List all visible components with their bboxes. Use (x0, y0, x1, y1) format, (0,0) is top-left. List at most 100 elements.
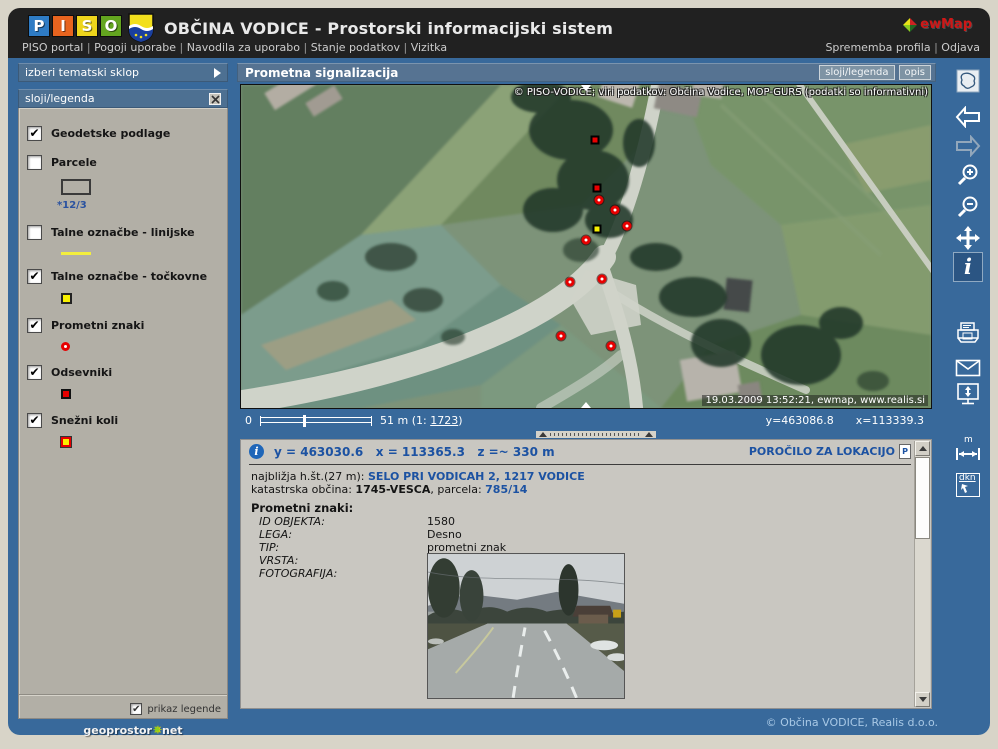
arrow-right-icon (955, 135, 981, 157)
arrow-up-icon (919, 446, 927, 451)
close-icon[interactable] (209, 93, 221, 105)
geoprostor-label-post: net (162, 724, 183, 737)
cursor-coordinates: y=463086.8 x=113339.3 (766, 414, 924, 427)
zoom-out-tool[interactable] (953, 192, 983, 222)
menu-piso-portal[interactable]: PISO portal (22, 41, 94, 54)
map-marker-traffic-sign[interactable] (595, 196, 604, 205)
print-tool[interactable] (953, 318, 983, 348)
field-label: LEGA: (259, 528, 427, 541)
geoprostor-logo[interactable]: geoprostor✷net (53, 723, 213, 737)
map-marker-traffic-sign[interactable] (611, 206, 620, 215)
map-statusbar: 0 51 m (1: 1723) y=463086.8 x=113339.3 (237, 409, 936, 431)
nearest-address-value[interactable]: SELO PRI VODICAH 2, 1217 VODICE (368, 470, 585, 483)
layer-row-prometni-znaki: ✔ Prometni znaki (27, 318, 227, 333)
map-marker-traffic-sign[interactable] (607, 342, 616, 351)
layer-checkbox-odsevniki[interactable]: ✔ (27, 365, 42, 380)
coordinate-y: y=463086.8 (766, 414, 834, 427)
map-marker-reflector[interactable] (593, 184, 602, 193)
menu-vizitka[interactable]: Vizitka (411, 41, 447, 54)
layer-label: Prometni znaki (51, 319, 144, 332)
back-tool[interactable] (953, 102, 983, 132)
map-titlebar: Prometna signalizacija sloji/legenda opi… (237, 63, 936, 82)
location-report-label: POROČILO ZA LOKACIJO (749, 445, 895, 458)
scale-bar (260, 417, 372, 423)
traffic-sign-photo (427, 553, 625, 699)
measure-tool[interactable]: m (953, 440, 983, 470)
map-viewport[interactable]: © PISO-VODICE; viri podatkov: Občina Vod… (240, 84, 932, 409)
copyright-text: © Občina VODICE, Realis d.o.o. (766, 716, 938, 729)
layers-legend-button[interactable]: sloji/legenda (819, 65, 894, 80)
pan-tool[interactable] (953, 223, 983, 253)
dkn-tool[interactable]: dkn (953, 470, 983, 500)
chevron-right-icon (214, 68, 221, 78)
map-marker-reflector[interactable] (591, 136, 600, 145)
cadastral-line: katastrska občina: 1745-VESCA, parcela: … (251, 483, 527, 496)
parcel-value[interactable]: 785/14 (485, 483, 527, 496)
map-marker-traffic-sign[interactable] (598, 275, 607, 284)
layer-row-snezni-koli: ✔ Snežni koli (27, 413, 227, 428)
description-button[interactable]: opis (899, 65, 931, 80)
resize-handle-top[interactable] (581, 85, 591, 91)
full-extent-tool[interactable] (953, 66, 983, 96)
splitter-arrow-icon (645, 432, 653, 437)
export-view-tool[interactable] (953, 380, 983, 410)
monitor-arrows-icon (955, 382, 981, 408)
resize-handle-bottom[interactable] (581, 402, 591, 408)
info-panel: i y = 463030.6 x = 113365.3 z =~ 330 m P… (240, 439, 932, 709)
layer-checkbox-parcele[interactable] (27, 155, 42, 170)
identify-icon: i (964, 254, 972, 280)
main-area: izberi tematski sklop sloji/legenda ✔ Ge… (8, 58, 990, 735)
menu-stanje-podatkov[interactable]: Stanje podatkov (311, 41, 411, 54)
menu-pogoji-uporabe[interactable]: Pogoji uporabe (94, 41, 187, 54)
identify-tool[interactable]: i (953, 252, 983, 282)
send-email-tool[interactable] (953, 353, 983, 383)
info-panel-scrollbar[interactable] (914, 441, 930, 707)
legend-toggle-label: prikaz legende (147, 704, 221, 715)
menu-navodila[interactable]: Navodila za uporabo (187, 41, 311, 54)
zoom-in-icon (956, 163, 980, 187)
scroll-up-button[interactable] (915, 441, 930, 456)
map-title: Prometna signalizacija (245, 66, 815, 80)
splitter-arrow-icon (539, 432, 547, 437)
field-label: FOTOGRAFIJA: (259, 567, 427, 580)
menu-odjava[interactable]: Odjava (941, 41, 980, 54)
layer-checkbox-snezni-koli[interactable]: ✔ (27, 413, 42, 428)
theme-selector-bar[interactable]: izberi tematski sklop (18, 63, 228, 82)
map-marker-traffic-sign[interactable] (566, 278, 575, 287)
scale-zero: 0 (245, 414, 252, 427)
layer-checkbox-talne-tockovne[interactable]: ✔ (27, 269, 42, 284)
parcel-label: , parcela: (430, 483, 485, 496)
legend-red-square (61, 389, 71, 399)
map-marker-traffic-sign[interactable] (557, 332, 566, 341)
map-marker-traffic-sign[interactable] (582, 236, 591, 245)
layer-checkbox-talne-linijske[interactable] (27, 225, 42, 240)
feature-section-title: Prometni znaki: (251, 501, 353, 515)
layer-label: Parcele (51, 156, 97, 169)
layers-list: ✔ Geodetske podlage Parcele *12/3 Talne … (18, 108, 228, 719)
legend-yellow-square-red-border (61, 437, 71, 447)
piso-logo-tile: S (76, 15, 98, 37)
map-marker-snow-pole[interactable] (593, 225, 602, 234)
pan-icon (955, 225, 981, 251)
scrollbar-thumb[interactable] (915, 457, 930, 539)
layer-label: Snežni koli (51, 414, 118, 427)
layer-label: Odsevniki (51, 366, 112, 379)
panel-splitter[interactable] (536, 431, 656, 438)
legend-toggle-checkbox[interactable]: ✔ (130, 703, 142, 715)
dkn-arrow-icon (961, 483, 973, 495)
field-label: VRSTA: (259, 554, 427, 567)
forward-tool[interactable] (953, 131, 983, 161)
location-report-link[interactable]: POROČILO ZA LOKACIJO P (749, 444, 911, 459)
ewmap-diamond-icon (903, 18, 917, 32)
field-row-id-objekta: ID OBJEKTA:1580 (259, 515, 911, 528)
menu-sprememba-profila[interactable]: Sprememba profila (825, 41, 941, 54)
field-value: 1580 (427, 515, 455, 528)
scale-ratio-link[interactable]: 1723 (430, 414, 458, 427)
layer-row-talne-oznacbe-linijske: Talne označbe - linijske (27, 225, 227, 240)
layer-checkbox-geodetske-podlage[interactable]: ✔ (27, 126, 42, 141)
zoom-in-tool[interactable] (953, 160, 983, 190)
layer-checkbox-prometni-znaki[interactable]: ✔ (27, 318, 42, 333)
map-marker-traffic-sign[interactable] (623, 222, 632, 231)
scroll-down-button[interactable] (915, 692, 930, 707)
divider (19, 694, 227, 696)
